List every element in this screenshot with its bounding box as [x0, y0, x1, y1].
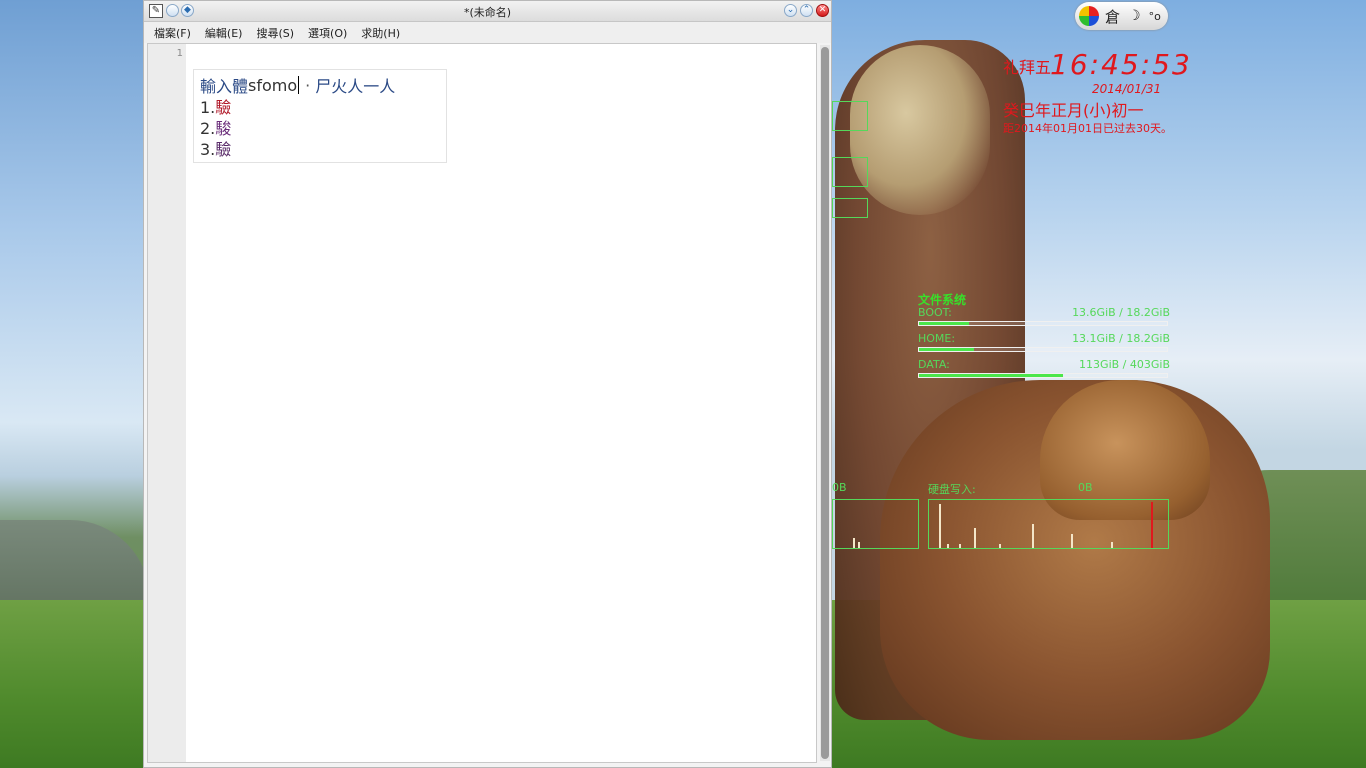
- fs-usage-bar: [918, 347, 1168, 352]
- line-number: 1: [176, 48, 183, 59]
- conky-disk-write-graph: [928, 499, 1169, 549]
- line-number-gutter: 1: [148, 44, 186, 762]
- vertical-scrollbar[interactable]: [820, 45, 830, 761]
- fs-value: 13.6GiB / 18.2GiB: [1072, 306, 1170, 319]
- menu-options[interactable]: 選項(O): [308, 25, 347, 41]
- graph-spike: [999, 544, 1001, 548]
- graph-spike: [1151, 502, 1153, 548]
- fs-label: DATA:: [918, 358, 950, 371]
- ime-preedit-input: sfomo: [248, 75, 298, 95]
- graph-spike: [1032, 524, 1034, 548]
- menu-edit[interactable]: 編輯(E): [205, 25, 243, 41]
- graph-spike: [939, 504, 941, 548]
- ime-candidate-window[interactable]: 輸入體 sfomo · 尸火人一人 1.驗 2.駿 3.驗: [193, 69, 447, 163]
- ime-candidate-1[interactable]: 1.驗: [200, 97, 440, 118]
- conky-partial-box: [832, 157, 868, 187]
- ime-candidate-3[interactable]: 3.驗: [200, 139, 440, 160]
- half-width-moon-icon[interactable]: ☽: [1128, 8, 1141, 24]
- window-titlebar[interactable]: ✎ ◆ *(未命名) ⌄ ⌃ ✕: [144, 1, 831, 22]
- conky-disk-write-value: 0B: [1078, 481, 1093, 494]
- graph-spike: [959, 544, 961, 548]
- ime-status-tray[interactable]: 倉 ☽ °o: [1075, 2, 1168, 30]
- candidate-char: 驗: [215, 140, 232, 159]
- graph-spike: [858, 542, 860, 548]
- ime-separator: ·: [305, 75, 311, 95]
- fs-usage-bar: [918, 373, 1168, 378]
- graph-spike: [1111, 542, 1113, 548]
- maximize-button[interactable]: ⌃: [800, 4, 813, 17]
- graph-spike: [1071, 534, 1073, 548]
- fs-value: 13.1GiB / 18.2GiB: [1072, 332, 1170, 345]
- fs-usage-bar: [918, 321, 1168, 326]
- fs-usage-fill: [919, 348, 974, 351]
- conky-partial-box: [832, 101, 868, 131]
- menu-search[interactable]: 搜尋(S): [256, 25, 294, 41]
- ime-logo-icon[interactable]: [1079, 6, 1099, 26]
- ime-preedit-prefix: 輸入體: [200, 77, 249, 96]
- punctuation-mode-icon[interactable]: °o: [1149, 10, 1161, 23]
- conky-date: 2014/01/31: [1092, 82, 1162, 96]
- ime-candidate-2[interactable]: 2.駿: [200, 118, 440, 139]
- conky-time: 16:45:53: [1050, 48, 1192, 81]
- conky-disk-write-label: 硬盘写入:: [928, 483, 976, 496]
- menu-bar: 檔案(F) 編輯(E) 搜尋(S) 選項(O) 求助(H): [144, 22, 831, 43]
- conky-disk-read-graph: [832, 499, 919, 549]
- candidate-char: 驗: [215, 98, 232, 117]
- close-button[interactable]: ✕: [816, 4, 829, 17]
- conky-partial-box: [832, 198, 868, 218]
- candidate-index: 3.: [200, 140, 216, 159]
- fs-usage-fill: [919, 322, 969, 325]
- scrollbar-thumb[interactable]: [821, 47, 829, 759]
- wallpaper-horse-mane: [850, 45, 990, 215]
- candidate-char: 駿: [215, 119, 232, 138]
- text-editing-area[interactable]: 1 輸入體 sfomo · 尸火人一人 1.驗 2.駿 3.驗: [147, 43, 817, 763]
- fs-label: HOME:: [918, 332, 956, 345]
- conky-elapsed-days: 距2014年01月01日已过去30天。: [1003, 122, 1172, 135]
- conky-lunar-date: 癸巳年正月(小)初一: [1003, 101, 1144, 120]
- menu-help[interactable]: 求助(H): [361, 25, 400, 41]
- ime-mode-char[interactable]: 倉: [1105, 6, 1120, 27]
- graph-spike: [853, 538, 855, 548]
- conky-disk-read-value: 0B: [832, 481, 847, 494]
- fs-usage-fill: [919, 374, 1063, 377]
- ime-radical-code: 尸火人一人: [315, 77, 396, 96]
- minimize-button[interactable]: ⌄: [784, 4, 797, 17]
- ime-preedit: 輸入體 sfomo · 尸火人一人: [200, 73, 440, 97]
- text-editor-window[interactable]: ✎ ◆ *(未命名) ⌄ ⌃ ✕ 檔案(F) 編輯(E) 搜尋(S) 選項(O)…: [143, 0, 832, 768]
- graph-spike: [947, 544, 949, 548]
- candidate-index: 2.: [200, 119, 216, 138]
- conky-weekday: 礼拜五: [1003, 58, 1052, 77]
- window-title: *(未命名): [463, 6, 512, 19]
- fs-label: BOOT:: [918, 306, 952, 319]
- fs-value: 113GiB / 403GiB: [1079, 358, 1170, 371]
- menu-file[interactable]: 檔案(F): [154, 25, 191, 41]
- text-caret: [298, 76, 300, 94]
- candidate-index: 1.: [200, 98, 216, 117]
- graph-spike: [974, 528, 976, 548]
